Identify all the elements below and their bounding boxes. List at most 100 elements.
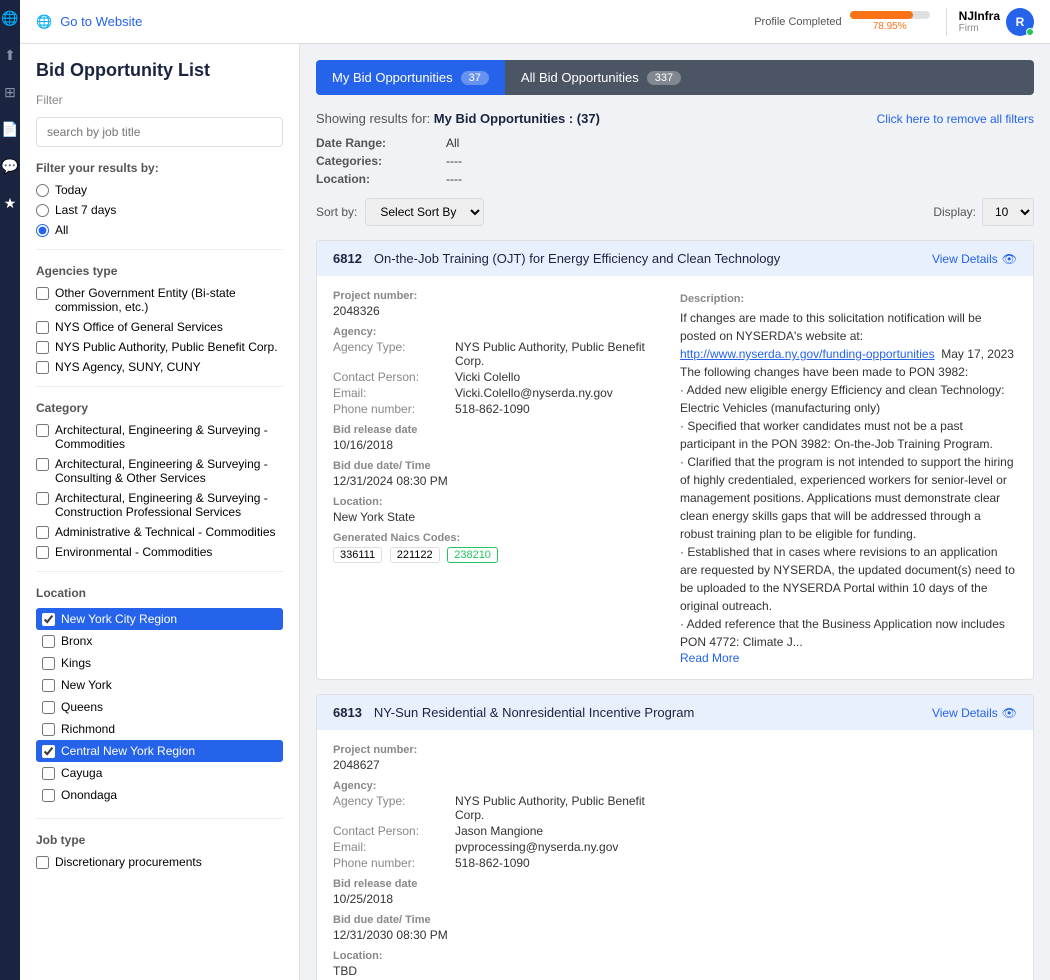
tab-all-bids-label: All Bid Opportunities <box>521 70 639 85</box>
sort-select[interactable]: Select Sort By <box>365 198 484 226</box>
content-area: Bid Opportunity List Filter Filter your … <box>20 44 1050 980</box>
location-onondaga[interactable]: Onondaga <box>36 784 283 806</box>
job-discretionary[interactable]: Discretionary procurements <box>36 855 283 869</box>
description-text-6812: If changes are made to this solicitation… <box>680 309 1017 651</box>
agency-field-6812: Agency: Agency Type: NYS Public Authorit… <box>333 326 670 416</box>
location-central-ny[interactable]: Central New York Region <box>36 740 283 762</box>
bid-release-value-6813: 10/25/2018 <box>333 892 670 906</box>
location-meta-value: ---- <box>446 172 1034 186</box>
location-richmond[interactable]: Richmond <box>36 718 283 740</box>
desc-label-6812: Description: <box>680 293 744 305</box>
sort-left: Sort by: Select Sort By <box>316 198 484 226</box>
bid-card-6813-header: 6813 NY-Sun Residential & Nonresidential… <box>317 695 1033 730</box>
search-input[interactable] <box>36 117 283 147</box>
location-queens[interactable]: Queens <box>36 696 283 718</box>
tab-my-bids[interactable]: My Bid Opportunities 37 <box>316 60 505 95</box>
filter-today-label: Today <box>55 183 87 197</box>
categories-meta-label: Categories: <box>316 154 436 168</box>
bid-card-6812-header: 6812 On-the-Job Training (OJT) for Energ… <box>317 241 1033 276</box>
agency-suny[interactable]: NYS Agency, SUNY, CUNY <box>36 360 283 374</box>
sort-label: Sort by: <box>316 205 357 219</box>
cat-environmental[interactable]: Environmental - Commodities <box>36 545 283 559</box>
bid-due-field-6812: Bid due date/ Time 12/31/2024 08:30 PM <box>333 460 670 488</box>
agency-block-6813: Agency Type: NYS Public Authority, Publi… <box>333 794 670 870</box>
sidebar-icon-doc[interactable]: 📄 <box>1 121 18 138</box>
agency-label-6813: Agency: <box>333 780 670 792</box>
sidebar-icon-grid[interactable]: ⊞ <box>4 84 16 101</box>
project-number-label-6812: Project number: <box>333 290 670 302</box>
agency-other-gov[interactable]: Other Government Entity (Bi-state commis… <box>36 286 283 314</box>
location-value-6812: New York State <box>333 510 670 524</box>
sidebar-icon-upload[interactable]: ⬆ <box>4 47 16 64</box>
location-bronx[interactable]: Bronx <box>36 630 283 652</box>
agency-field-6813: Agency: Agency Type: NYS Public Authorit… <box>333 780 670 870</box>
location-meta-label: Location: <box>316 172 436 186</box>
bid-release-label-6813: Bid release date <box>333 878 670 890</box>
display-row: Display: 10 25 50 <box>933 198 1034 226</box>
location-value-6813: TBD <box>333 964 670 978</box>
filter-all[interactable]: All <box>36 223 283 237</box>
location-label-6812: Location: <box>333 496 670 508</box>
cat-surveying-other-services[interactable]: Architectural, Engineering & Surveying -… <box>36 457 283 485</box>
remove-filters-link[interactable]: Click here to remove all filters <box>877 112 1034 126</box>
sidebar-icon-star[interactable]: ★ <box>4 195 17 212</box>
display-select[interactable]: 10 25 50 <box>982 198 1034 226</box>
filter-label: Filter <box>36 93 283 107</box>
location-cayuga[interactable]: Cayuga <box>36 762 283 784</box>
filter-today[interactable]: Today <box>36 183 283 197</box>
profile-label: Profile Completed <box>754 16 841 28</box>
project-number-field-6812: Project number: 2048326 <box>333 290 670 318</box>
top-nav-right: Profile Completed 78.95% NJInfra Firm R <box>754 8 1034 36</box>
sidebar: 🌐 ⬆ ⊞ 📄 💬 ★ <box>0 0 20 980</box>
location-field-6813: Location: TBD <box>333 950 670 978</box>
goto-website-label: Go to Website <box>60 14 142 29</box>
bid-due-label-6813: Bid due date/ Time <box>333 914 670 926</box>
bid-release-field-6813: Bid release date 10/25/2018 <box>333 878 670 906</box>
bid-title-6813: NY-Sun Residential & Nonresidential Ince… <box>374 705 920 720</box>
filter-meta: Date Range: All Categories: ---- Locatio… <box>316 136 1034 186</box>
filter-last7[interactable]: Last 7 days <box>36 203 283 217</box>
cat-admin-technical[interactable]: Administrative & Technical - Commodities <box>36 525 283 539</box>
naics-field-6812: Generated Naics Codes: 336111 221122 238… <box>333 532 670 563</box>
agency-label-6812: Agency: <box>333 326 670 338</box>
tab-all-bids[interactable]: All Bid Opportunities 337 <box>505 60 1034 95</box>
job-type-label: Job type <box>36 833 283 847</box>
agency-public-authority[interactable]: NYS Public Authority, Public Benefit Cor… <box>36 340 283 354</box>
agency-ogs[interactable]: NYS Office of General Services <box>36 320 283 334</box>
showing-for-label: Showing results for: <box>316 111 430 126</box>
read-more-6812[interactable]: Read More <box>680 651 1017 665</box>
bid-release-label-6812: Bid release date <box>333 424 670 436</box>
view-details-6812[interactable]: View Details 👁 <box>932 252 1017 266</box>
view-details-6813[interactable]: View Details 👁 <box>932 706 1017 720</box>
naics-221122: 221122 <box>390 547 440 563</box>
description-link-6812[interactable]: http://www.nyserda.ny.gov/funding-opport… <box>680 347 935 361</box>
profile-section: Profile Completed 78.95% <box>754 11 929 32</box>
date-range-label: Date Range: <box>316 136 436 150</box>
category-group: Architectural, Engineering & Surveying -… <box>36 423 283 559</box>
naics-336111: 336111 <box>333 547 382 563</box>
sort-row: Sort by: Select Sort By Display: 10 25 5… <box>316 198 1034 226</box>
agencies-type-label: Agencies type <box>36 264 283 278</box>
progress-bar <box>850 11 930 19</box>
bid-due-field-6813: Bid due date/ Time 12/31/2030 08:30 PM <box>333 914 670 942</box>
sidebar-icon-globe[interactable]: 🌐 <box>1 10 18 27</box>
agencies-group: Other Government Entity (Bi-state commis… <box>36 286 283 374</box>
avatar-status-dot <box>1026 28 1034 36</box>
filter-all-label: All <box>55 223 68 237</box>
bid-release-field-6812: Bid release date 10/16/2018 <box>333 424 670 452</box>
cat-surveying-commodities[interactable]: Architectural, Engineering & Surveying -… <box>36 423 283 451</box>
globe-icon: 🌐 <box>36 14 52 30</box>
agency-block-6812: Agency Type: NYS Public Authority, Publi… <box>333 340 670 416</box>
cat-surveying-construction[interactable]: Architectural, Engineering & Surveying -… <box>36 491 283 519</box>
naics-tags-6812: 336111 221122 238210 <box>333 546 670 563</box>
goto-website-link[interactable]: 🌐 Go to Website <box>36 14 142 30</box>
location-nyc-region[interactable]: New York City Region <box>36 608 283 630</box>
avatar-initials: R <box>1016 15 1025 29</box>
location-kings[interactable]: Kings <box>36 652 283 674</box>
tab-my-bids-label: My Bid Opportunities <box>332 70 453 85</box>
location-label-6813: Location: <box>333 950 670 962</box>
location-new-york[interactable]: New York <box>36 674 283 696</box>
sidebar-icon-chat[interactable]: 💬 <box>1 158 18 175</box>
bid-release-value-6812: 10/16/2018 <box>333 438 670 452</box>
bid-title-6812: On-the-Job Training (OJT) for Energy Eff… <box>374 251 920 266</box>
